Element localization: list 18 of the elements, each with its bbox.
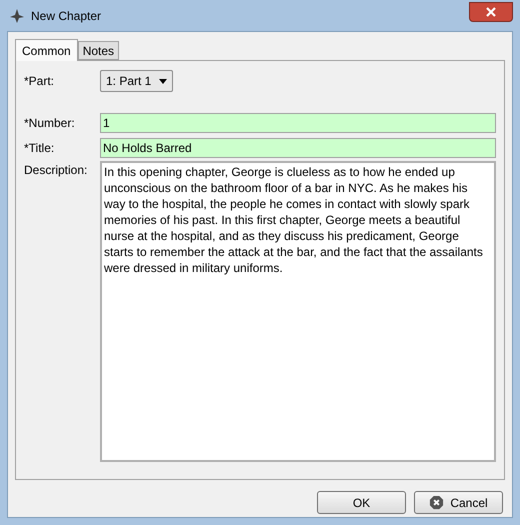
ok-button[interactable]: OK	[317, 491, 406, 514]
description-field[interactable]: In this opening chapter, George is clueless as to how he ended up unconscious on the bathroom floor of a bar in NYC. As he makes his way to the hospital, the people he comes in contact with slowly spark memories of his past. In this first chapter, George meets a beautiful nurse at the hospital, and as they discuss his predicament, George starts to remember the attack at the bar, and the fact that the assailants were dressed in military uniforms.	[100, 161, 496, 462]
field-label: *Number:	[24, 114, 76, 132]
app-icon	[9, 8, 25, 24]
close-icon	[486, 6, 496, 16]
field-label: *Title:	[24, 140, 56, 156]
tab[interactable]: Common	[15, 39, 78, 61]
cancel-icon	[429, 495, 444, 510]
part-dropdown[interactable]: 1: Part 1	[100, 70, 174, 92]
title-field[interactable]: No Holds Barred	[100, 138, 496, 158]
tab[interactable]: Notes	[78, 41, 120, 60]
cancel-button[interactable]: Cancel	[414, 491, 503, 514]
window-title: New Chapter	[31, 8, 102, 24]
caret-icon	[159, 78, 168, 84]
number-field[interactable]: 1	[100, 112, 496, 132]
field-label: *Part:	[24, 73, 56, 90]
close-button[interactable]	[469, 2, 513, 22]
field-label: Description:	[24, 162, 88, 179]
